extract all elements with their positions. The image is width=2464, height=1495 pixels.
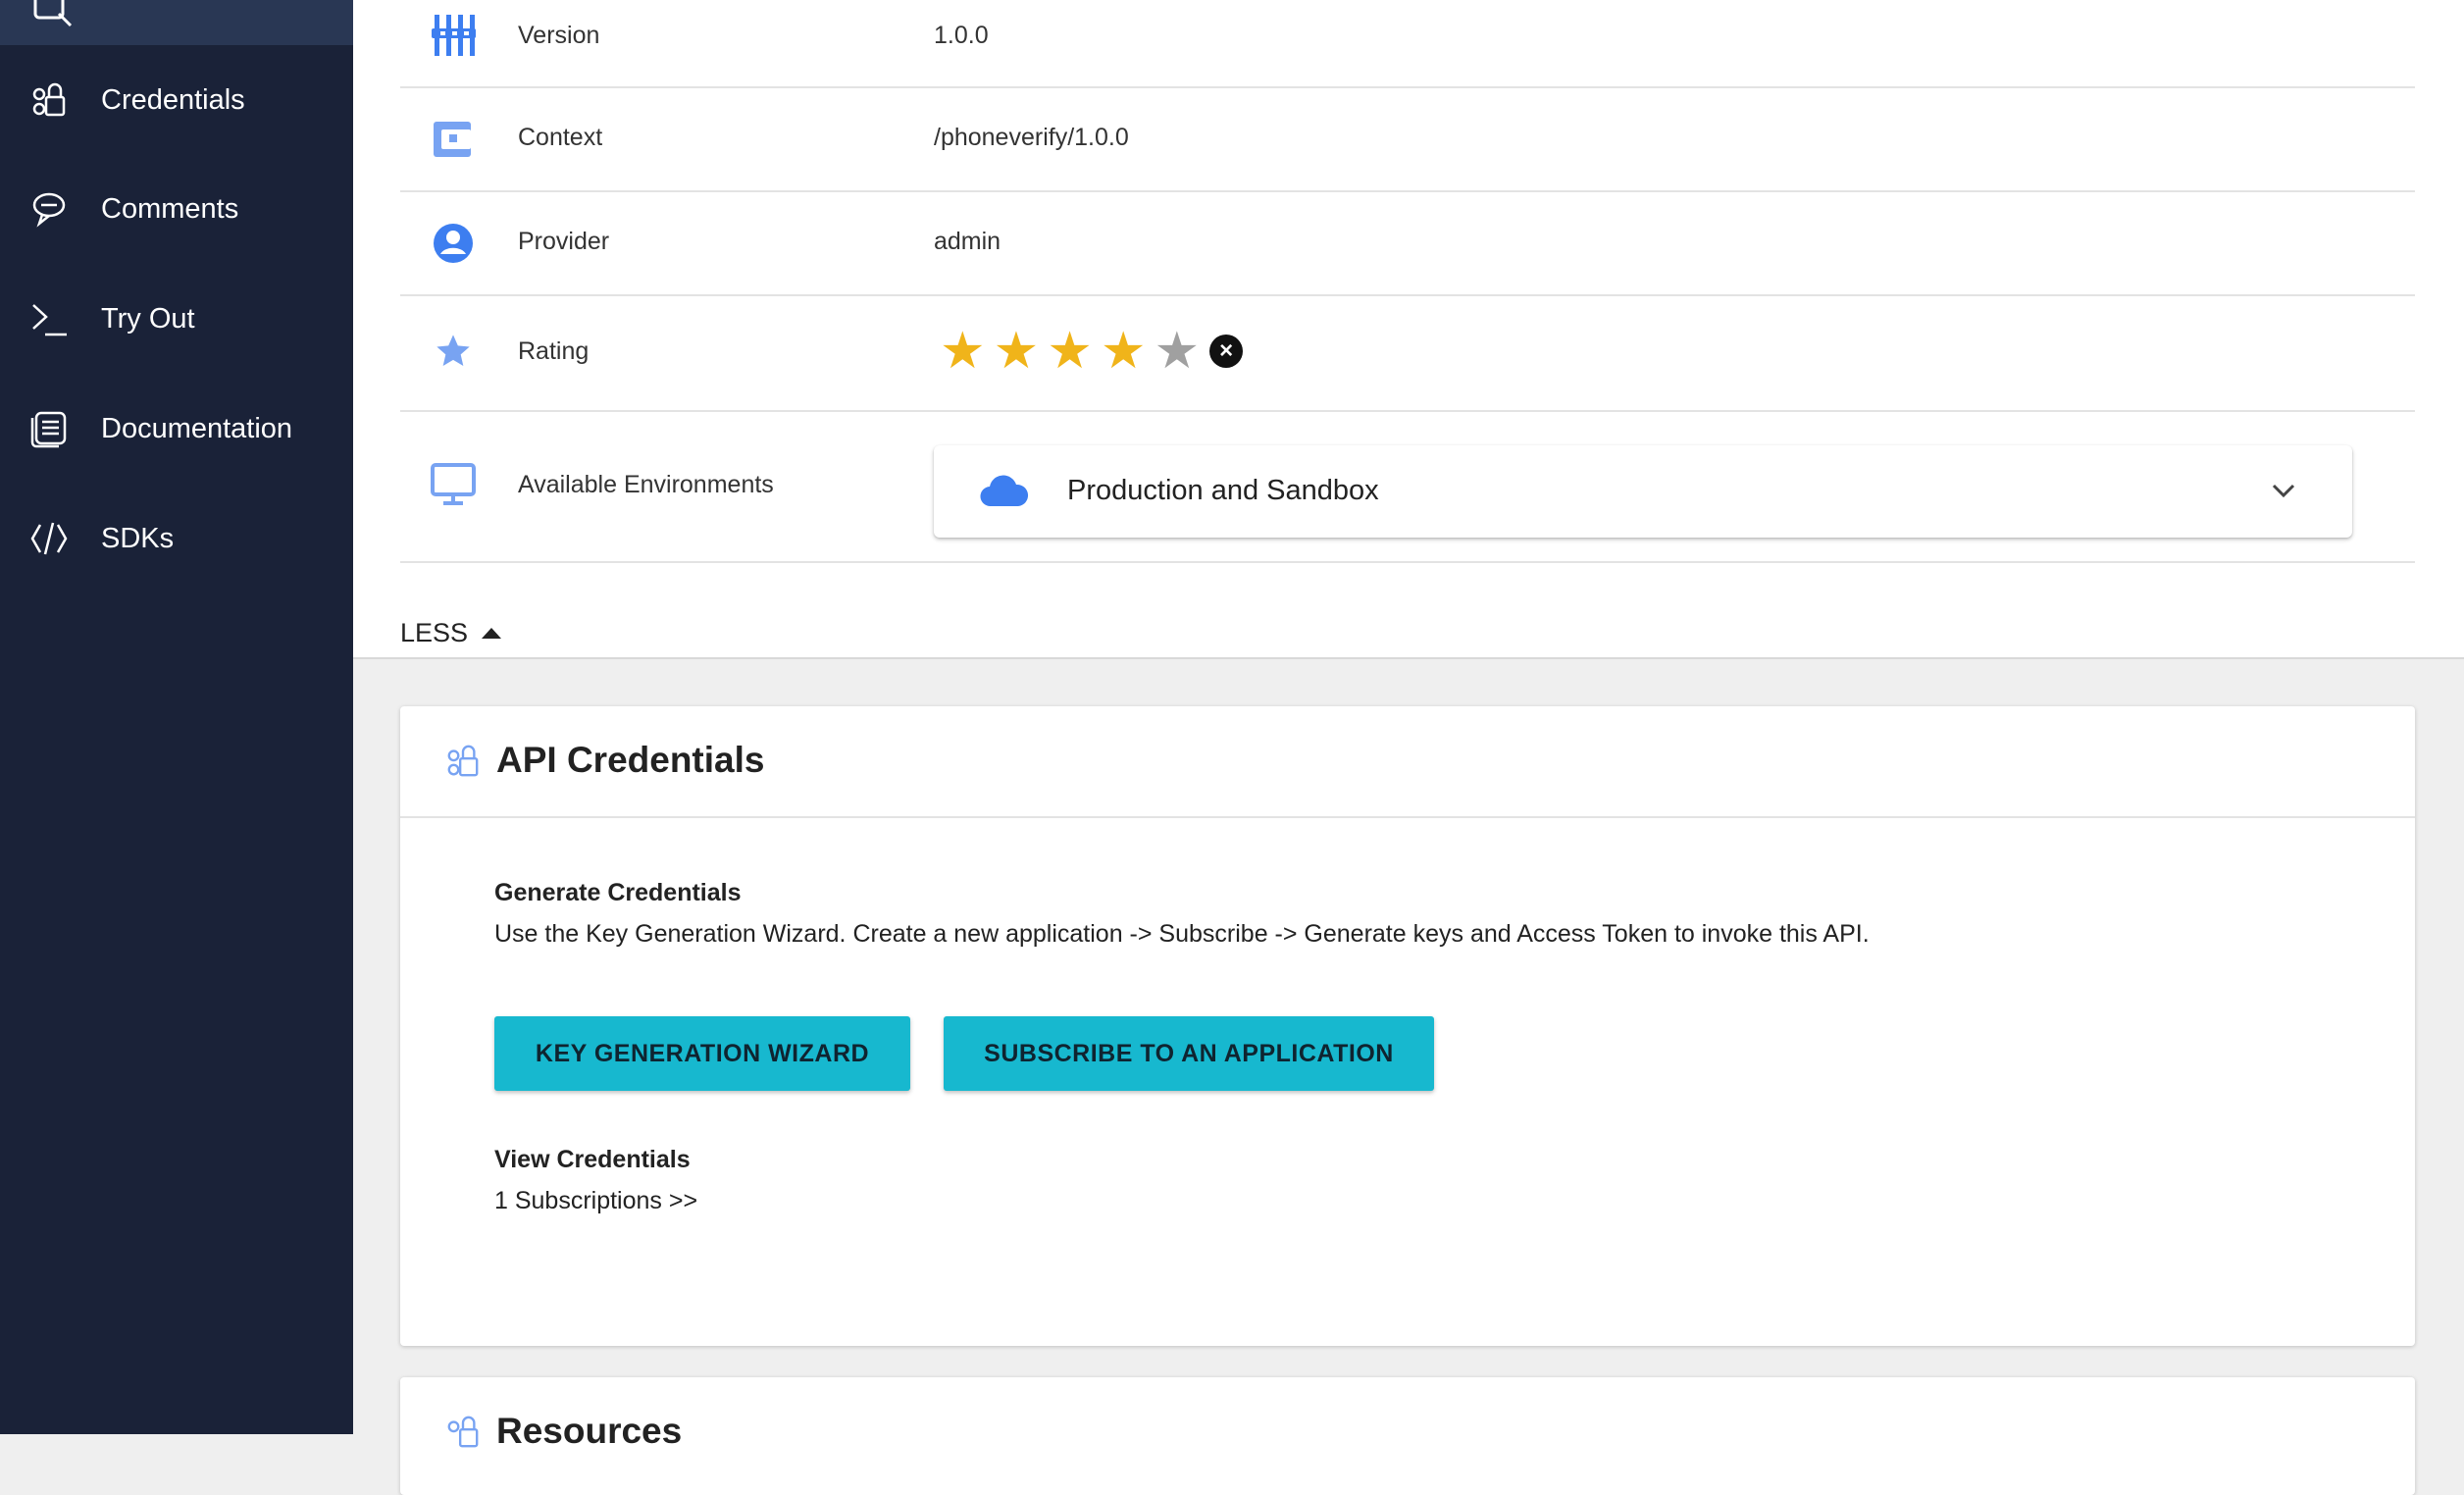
sidebar-item-label: Credentials bbox=[101, 83, 245, 116]
provider-value: admin bbox=[934, 228, 1001, 255]
code-icon bbox=[29, 519, 69, 558]
documentation-icon bbox=[29, 409, 69, 448]
rating-label: Rating bbox=[518, 337, 590, 365]
generate-credentials-title: Generate Credentials bbox=[494, 879, 742, 906]
view-credentials-title: View Credentials bbox=[494, 1146, 691, 1173]
version-label: Version bbox=[518, 22, 600, 49]
context-row: Context /phoneverify/1.0.0 bbox=[400, 86, 2415, 192]
sidebar-item-credentials[interactable]: Credentials bbox=[0, 61, 353, 139]
sidebar-item-try-out[interactable]: Try Out bbox=[0, 280, 353, 358]
sidebar-item-label: Try Out bbox=[101, 302, 195, 335]
cloud-icon bbox=[979, 473, 1030, 513]
less-toggle[interactable]: LESS bbox=[400, 618, 502, 648]
credentials-icon bbox=[445, 744, 481, 784]
less-label: LESS bbox=[400, 618, 469, 647]
sidebar-item-label: SDKs bbox=[101, 522, 175, 554]
rating-star-2[interactable]: ★ bbox=[994, 326, 1040, 377]
provider-row: Provider admin bbox=[400, 190, 2415, 296]
environment-selected-value: Production and Sandbox bbox=[1067, 475, 1379, 506]
star-icon bbox=[430, 328, 477, 375]
sidebar-item-label: Comments bbox=[101, 192, 239, 225]
monitor-icon bbox=[430, 461, 477, 508]
api-credentials-card: API Credentials Generate Credentials Use… bbox=[400, 706, 2415, 1346]
version-value: 1.0.0 bbox=[934, 22, 989, 49]
environments-row: Available Environments Production and Sa… bbox=[400, 410, 2415, 563]
rating-star-4[interactable]: ★ bbox=[1101, 326, 1147, 377]
provider-label: Provider bbox=[518, 228, 610, 255]
version-icon bbox=[430, 12, 477, 59]
sidebar: Credentials Comments Try Out Documentati… bbox=[0, 0, 353, 1434]
rating-star-3[interactable]: ★ bbox=[1047, 326, 1093, 377]
rating-star-1[interactable]: ★ bbox=[940, 326, 986, 377]
generate-credentials-text: Use the Key Generation Wizard. Create a … bbox=[494, 920, 1870, 948]
environments-label: Available Environments bbox=[518, 471, 774, 498]
rating-row: Rating ★ ★ ★ ★ ★ × bbox=[400, 294, 2415, 412]
rating-stars: ★ ★ ★ ★ ★ × bbox=[940, 326, 1244, 377]
sidebar-item-comments[interactable]: Comments bbox=[0, 170, 353, 248]
clear-rating-icon[interactable]: × bbox=[1209, 335, 1244, 368]
environment-select[interactable]: Production and Sandbox bbox=[934, 445, 2352, 538]
credentials-icon bbox=[29, 80, 69, 120]
context-label: Context bbox=[518, 124, 603, 151]
caret-up-icon bbox=[482, 628, 502, 639]
version-row: Version 1.0.0 bbox=[400, 0, 2415, 88]
user-icon bbox=[430, 220, 477, 267]
key-generation-wizard-button[interactable]: KEY GENERATION WIZARD bbox=[494, 1016, 910, 1091]
overview-icon bbox=[33, 0, 73, 27]
comments-icon bbox=[29, 189, 69, 229]
sidebar-item-sdks[interactable]: SDKs bbox=[0, 499, 353, 578]
resources-card: Resources bbox=[400, 1377, 2415, 1495]
chevron-down-icon bbox=[2270, 477, 2297, 509]
card-title: API Credentials bbox=[496, 740, 765, 780]
context-value: /phoneverify/1.0.0 bbox=[934, 124, 1129, 151]
rating-star-5[interactable]: ★ bbox=[1155, 326, 1201, 377]
sidebar-item-label: Documentation bbox=[101, 412, 293, 444]
subscribe-to-application-button[interactable]: SUBSCRIBE TO AN APPLICATION bbox=[944, 1016, 1434, 1091]
card-header: API Credentials bbox=[400, 706, 2415, 818]
sidebar-item-overview[interactable] bbox=[0, 0, 353, 45]
context-icon bbox=[430, 116, 477, 163]
sidebar-item-documentation[interactable]: Documentation bbox=[0, 389, 353, 468]
subscriptions-link[interactable]: 1 Subscriptions >> bbox=[494, 1187, 697, 1215]
card-title: Resources bbox=[496, 1411, 683, 1451]
terminal-icon bbox=[29, 299, 69, 338]
resources-icon bbox=[445, 1415, 481, 1455]
